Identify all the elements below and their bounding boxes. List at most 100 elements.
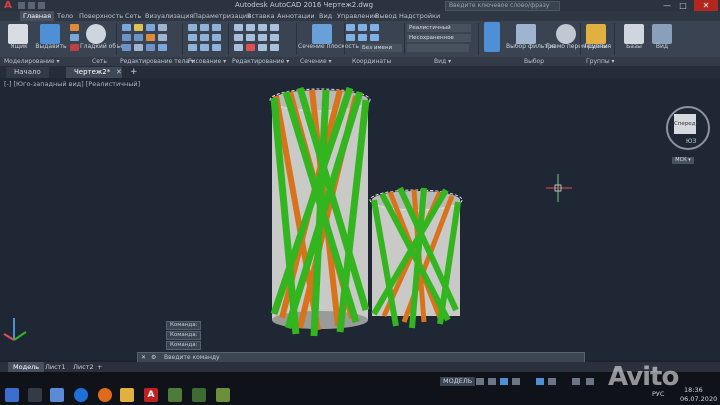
- autocad-taskbar-icon[interactable]: A: [144, 388, 158, 402]
- selection-filter-icon[interactable]: [516, 24, 536, 44]
- clock-time[interactable]: 18:36: [684, 386, 703, 394]
- mesh-tool-icon[interactable]: [70, 44, 79, 51]
- firefox-icon[interactable]: [98, 388, 112, 402]
- trim-tool-icon[interactable]: [258, 24, 267, 31]
- ribbon-tab-surface[interactable]: Поверхность: [76, 11, 126, 21]
- ribbon-tab-addins[interactable]: Надстройки: [396, 11, 443, 21]
- open-file-icon[interactable]: [28, 2, 35, 9]
- smooth-object-icon[interactable]: [86, 24, 106, 44]
- wcs-dropdown[interactable]: МСК ▾: [672, 157, 694, 164]
- panel-label-coordinates[interactable]: Координаты: [352, 57, 391, 66]
- solid-edit-icon[interactable]: [158, 34, 167, 41]
- drawing-viewport[interactable]: [-] [Юго-западный вид] [Реалистичный] Сп…: [0, 78, 720, 360]
- panel-label-modeling[interactable]: Моделирование ▾: [4, 57, 60, 66]
- line-tool-icon[interactable]: [188, 24, 197, 31]
- point-tool-icon[interactable]: [212, 44, 221, 51]
- view-controls-dropdown[interactable]: [407, 44, 469, 52]
- visual-style-dropdown[interactable]: Реалистичный: [407, 24, 471, 32]
- layout-tab-sheet1[interactable]: Лист1: [40, 362, 71, 372]
- grid-toggle-icon[interactable]: [476, 378, 484, 385]
- ribbon-tab-annotate[interactable]: Аннотации: [274, 11, 318, 21]
- ucs-tool-icon[interactable]: [346, 24, 355, 31]
- layout-tab-add[interactable]: +: [92, 362, 107, 372]
- panel-label-draw[interactable]: Рисование ▾: [188, 57, 226, 66]
- solid-edit-icon[interactable]: [122, 24, 131, 31]
- solid-edit-icon[interactable]: [146, 34, 155, 41]
- ie-browser-icon[interactable]: [74, 388, 88, 402]
- workspace-icon[interactable]: [586, 378, 594, 385]
- minimize-button[interactable]: —: [660, 0, 674, 11]
- search-input[interactable]: Введите ключевое слово/фразу: [445, 1, 560, 11]
- panel-label-section[interactable]: Сечение ▾: [300, 57, 332, 66]
- rectangle-tool-icon[interactable]: [200, 34, 209, 41]
- new-file-icon[interactable]: [18, 2, 25, 9]
- autocad-logo-icon[interactable]: A: [2, 0, 14, 11]
- ribbon-tab-render[interactable]: Визуализация: [142, 11, 196, 21]
- clock-date[interactable]: 06.07.2020: [680, 395, 717, 403]
- new-tab-button[interactable]: +: [130, 67, 138, 77]
- solid-edit-icon[interactable]: [158, 24, 167, 31]
- move-gizmo-icon[interactable]: [556, 24, 576, 44]
- viewcube-face[interactable]: Спереди: [674, 114, 699, 134]
- view-icon[interactable]: [652, 24, 672, 44]
- panel-label-solid-edit[interactable]: Редактирование тела ▾: [120, 57, 194, 66]
- minecraft-icon[interactable]: [192, 388, 206, 402]
- layer-dropdown[interactable]: Несохраненное: [407, 34, 471, 42]
- panel-label-view[interactable]: Вид ▾: [434, 57, 451, 66]
- copy-tool-icon[interactable]: [270, 24, 279, 31]
- view-dropdown[interactable]: Без имени: [360, 44, 402, 52]
- file-explorer-icon[interactable]: [120, 388, 134, 402]
- ellipse-tool-icon[interactable]: [200, 44, 209, 51]
- search-icon[interactable]: [28, 388, 42, 402]
- ribbon-tab-solid[interactable]: Тело: [54, 11, 76, 21]
- doc-tab-close-icon[interactable]: ✕: [116, 68, 122, 76]
- polyline-tool-icon[interactable]: [200, 24, 209, 31]
- ribbon-tab-mesh[interactable]: Сеть: [122, 11, 144, 21]
- save-icon[interactable]: [38, 2, 45, 9]
- box-tool-icon[interactable]: [8, 24, 28, 44]
- ucs-tool-icon[interactable]: [358, 34, 367, 41]
- calculator-icon[interactable]: [50, 388, 64, 402]
- base-icon[interactable]: [624, 24, 644, 44]
- section-plane-icon[interactable]: [312, 24, 332, 44]
- stretch-tool-icon[interactable]: [234, 44, 243, 51]
- ortho-toggle-icon[interactable]: [500, 378, 508, 385]
- move-tool-icon[interactable]: [234, 24, 243, 31]
- close-button[interactable]: ✕: [694, 0, 718, 11]
- solid-edit-icon[interactable]: [134, 34, 143, 41]
- ucs-tool-icon[interactable]: [370, 34, 379, 41]
- erase-tool-icon[interactable]: [246, 44, 255, 51]
- annotation-scale-icon[interactable]: [572, 378, 580, 385]
- solid-edit-icon[interactable]: [134, 24, 143, 31]
- ribbon-tab-view[interactable]: Вид: [316, 11, 335, 21]
- model-canvas[interactable]: [0, 78, 720, 360]
- solid-edit-icon[interactable]: [122, 44, 131, 51]
- command-input[interactable]: Введите команду: [164, 353, 464, 362]
- panel-label-mesh[interactable]: Сеть: [92, 57, 107, 66]
- solid-edit-icon[interactable]: [134, 44, 143, 51]
- culling-toggle-icon[interactable]: [484, 22, 500, 52]
- groups-icon[interactable]: [586, 24, 606, 44]
- panel-label-modify[interactable]: Редактирование ▾: [232, 57, 289, 66]
- mesh-tool-icon[interactable]: [70, 34, 79, 41]
- minecraft-icon[interactable]: [216, 388, 230, 402]
- command-settings-icon[interactable]: ⚙: [151, 354, 156, 361]
- ucs-tool-icon[interactable]: [346, 34, 355, 41]
- scale-tool-icon[interactable]: [258, 34, 267, 41]
- maximize-button[interactable]: □: [676, 0, 690, 11]
- offset-tool-icon[interactable]: [258, 44, 267, 51]
- solid-edit-icon[interactable]: [122, 34, 131, 41]
- windows-start-icon[interactable]: [5, 388, 19, 402]
- mesh-tool-icon[interactable]: [70, 24, 79, 31]
- solid-edit-icon[interactable]: [146, 44, 155, 51]
- lineweight-toggle-icon[interactable]: [548, 378, 556, 385]
- panel-label-selection[interactable]: Выбор: [524, 57, 544, 66]
- explode-tool-icon[interactable]: [270, 44, 279, 51]
- snap-toggle-icon[interactable]: [488, 378, 496, 385]
- ribbon-tab-insert[interactable]: Вставка: [244, 11, 278, 21]
- spline-tool-icon[interactable]: [188, 44, 197, 51]
- arc-tool-icon[interactable]: [188, 34, 197, 41]
- polar-toggle-icon[interactable]: [512, 378, 520, 385]
- osnap-toggle-icon[interactable]: [536, 378, 544, 385]
- panel-label-groups[interactable]: Группы ▾: [586, 57, 615, 66]
